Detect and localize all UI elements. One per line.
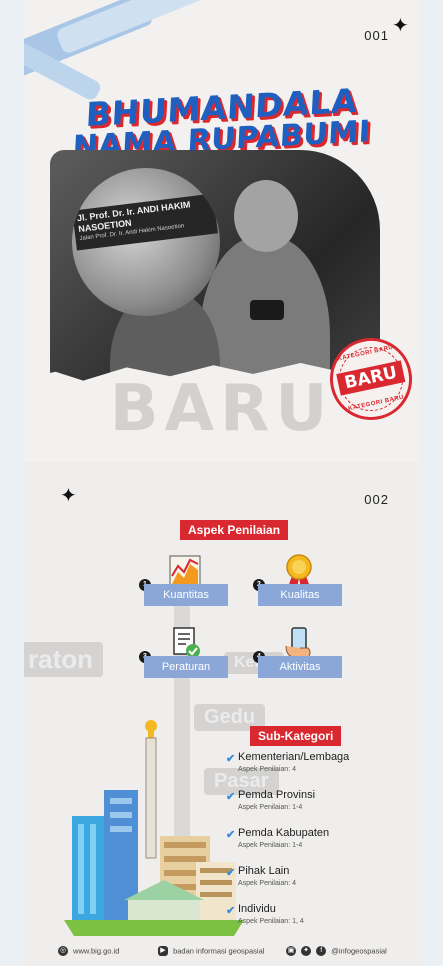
- sub-kategori-detail: Aspek Penilaian: 1, 4: [238, 918, 304, 925]
- footer-website[interactable]: ◎ www.big.go.id: [58, 946, 120, 957]
- aspect-label: Kuantitas: [144, 584, 228, 606]
- sub-kategori-name: Pihak Lain: [238, 865, 290, 877]
- slide-1: 001 ✦ BHUMANDALA NAMA RUPABUMI Jl. Prof.…: [24, 0, 419, 462]
- aspect-label: Peraturan: [144, 656, 228, 678]
- instagram-icon: ▣: [286, 946, 296, 957]
- sub-kategori-list: ✔ Kementerian/Lembaga Aspek Penilaian: 4…: [226, 751, 416, 941]
- sub-kategori-name: Pemda Kabupaten: [238, 827, 330, 839]
- street-sign: Jl. Prof. Dr. Ir. ANDI HAKIM NASOETION J…: [72, 193, 218, 251]
- check-icon: ✔: [226, 753, 236, 765]
- city-illustration: [64, 720, 244, 936]
- list-item: ✔ Pemda Provinsi Aspek Penilaian: 1-4: [226, 789, 416, 827]
- slide-2: raton Keng Gedu Pasar ✦ 002 Aspek Penila…: [24, 462, 419, 966]
- footer-social[interactable]: ▣ ✦ f @infogeospasial: [286, 946, 387, 957]
- check-icon: ✔: [226, 829, 236, 841]
- facebook-icon: f: [316, 946, 327, 957]
- globe-icon: ◎: [58, 946, 68, 957]
- document-check-icon: [173, 627, 200, 658]
- list-item: ✔ Pemda Kabupaten Aspek Penilaian: 1-4: [226, 827, 416, 865]
- list-item: ✔ Pihak Lain Aspek Penilaian: 4: [226, 865, 416, 903]
- sparkle-icon: ✦: [392, 15, 409, 37]
- sub-kategori-detail: Aspek Penilaian: 1-4: [238, 842, 303, 849]
- aspect-peraturan: 3 Peraturan: [139, 626, 228, 686]
- aspek-penilaian-heading: Aspek Penilaian: [180, 520, 289, 540]
- sub-kategori-detail: Aspek Penilaian: 4: [238, 880, 296, 887]
- check-icon: ✔: [226, 791, 236, 803]
- aspect-kuantitas: 1 Kuantitas: [139, 554, 228, 614]
- background-sign: raton: [24, 642, 103, 677]
- list-item: ✔ Kementerian/Lembaga Aspek Penilaian: 4: [226, 751, 416, 789]
- chart-icon: [169, 555, 201, 587]
- street-sign-photo: Jl. Prof. Dr. Ir. ANDI HAKIM NASOETION J…: [72, 168, 220, 316]
- aspect-aktivitas: 4 Aktivitas: [253, 626, 342, 686]
- phone-in-hand: [250, 300, 284, 320]
- sub-kategori-detail: Aspek Penilaian: 1-4: [238, 804, 303, 811]
- sub-kategori-heading: Sub-Kategori: [250, 726, 342, 746]
- twitter-icon: ✦: [301, 946, 312, 957]
- page-number: 002: [364, 492, 389, 507]
- footer-youtube[interactable]: ▶ badan informasi geospasial: [158, 946, 265, 957]
- sub-kategori-detail: Aspek Penilaian: 4: [238, 766, 296, 773]
- sub-kategori-name: Kementerian/Lembaga: [238, 751, 350, 763]
- social-handle: @infogeospasial: [331, 946, 387, 956]
- person-head: [234, 180, 298, 252]
- aspect-kualitas: 2 Kualitas: [253, 554, 342, 614]
- check-icon: ✔: [226, 905, 236, 917]
- sub-kategori-name: Pemda Provinsi: [238, 789, 316, 801]
- medal-icon: [286, 554, 312, 588]
- website-text: www.big.go.id: [73, 946, 120, 956]
- check-icon: ✔: [226, 867, 236, 879]
- youtube-icon: ▶: [158, 946, 168, 957]
- phone-hand-icon: [285, 627, 311, 659]
- page-number: 001: [364, 28, 389, 43]
- aspect-label: Kualitas: [258, 584, 342, 606]
- footer: ◎ www.big.go.id ▶ badan informasi geospa…: [24, 936, 419, 966]
- sparkle-icon: ✦: [60, 485, 77, 507]
- aspect-label: Aktivitas: [258, 656, 342, 678]
- sub-kategori-name: Individu: [238, 903, 276, 915]
- youtube-text: badan informasi geospasial: [173, 946, 265, 956]
